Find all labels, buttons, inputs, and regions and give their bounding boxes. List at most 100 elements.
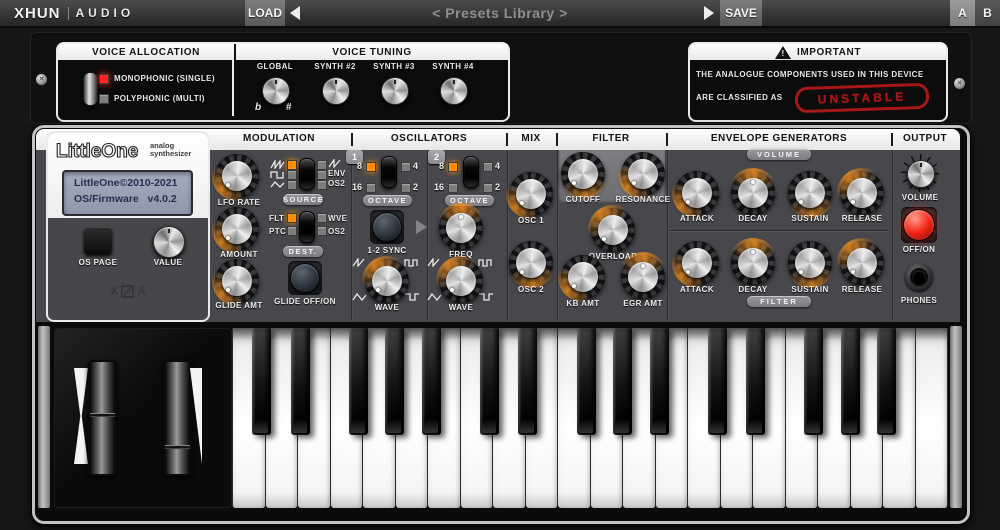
mix-osc2-knob[interactable] — [509, 241, 553, 285]
value-knob[interactable] — [153, 226, 185, 258]
env-flt-sustain-knob[interactable] — [788, 241, 832, 285]
section-divider — [507, 150, 508, 320]
black-key[interactable] — [877, 328, 896, 435]
env-vol-release-knob[interactable] — [840, 171, 884, 215]
screw-icon: ✕ — [36, 74, 47, 85]
phones-jack — [905, 263, 933, 291]
black-key[interactable] — [613, 328, 632, 435]
osc2-octave-pill: OCTAVE — [445, 195, 494, 206]
square-wave-icon — [404, 292, 420, 301]
lfo-rate-knob[interactable] — [215, 154, 259, 198]
env-flt-attack-knob[interactable] — [675, 241, 719, 285]
env-vol-release-label: RELEASE — [842, 214, 883, 223]
tuning-synth3-knob[interactable] — [381, 77, 409, 105]
mix-osc1-knob[interactable] — [509, 172, 553, 216]
tuning-synth2-label: SYNTH #2 — [305, 62, 365, 71]
black-key[interactable] — [480, 328, 499, 435]
load-button[interactable]: LOAD — [245, 0, 285, 26]
dest-wve-label: WVE — [328, 214, 347, 223]
preset-a-button[interactable]: A — [950, 0, 975, 26]
osc1-wave-knob[interactable] — [365, 259, 409, 303]
littleone-plugin-window: XHUN AUDIO LOAD < Presets Library > SAVE… — [0, 0, 1000, 530]
env-flt-release-label: RELEASE — [842, 285, 883, 294]
black-key[interactable] — [349, 328, 368, 435]
mod-wheel[interactable] — [163, 360, 192, 476]
tuning-synth4-knob[interactable] — [440, 77, 468, 105]
black-key[interactable] — [708, 328, 727, 435]
env-vol-decay-knob[interactable] — [731, 171, 775, 215]
black-key[interactable] — [804, 328, 823, 435]
lcd-line1: LittleOne©2010-2021 — [74, 177, 177, 189]
overload-knob[interactable] — [591, 208, 635, 252]
source-os2-label: OS2 — [328, 179, 345, 188]
os-page-button[interactable] — [84, 227, 112, 254]
resonance-knob[interactable] — [621, 152, 665, 196]
sync-label: 1-2 SYNC — [367, 246, 406, 255]
env-flt-release-knob[interactable] — [840, 241, 884, 285]
black-key[interactable] — [841, 328, 860, 435]
mod-amount-knob[interactable] — [215, 207, 259, 251]
output-volume-knob[interactable] — [907, 160, 935, 188]
littleone-logo: LittleOne — [56, 141, 138, 163]
env-vol-attack-knob[interactable] — [675, 171, 719, 215]
env-vol-sustain-knob[interactable] — [788, 171, 832, 215]
osc2-octave-8: 8 — [430, 161, 444, 171]
preset-next-button[interactable] — [704, 6, 714, 20]
env-flt-decay-knob[interactable] — [731, 241, 775, 285]
osc2-wave-knob[interactable] — [439, 259, 483, 303]
black-key[interactable] — [385, 328, 404, 435]
white-key[interactable] — [916, 328, 949, 508]
osc2-wave-label: WAVE — [449, 303, 474, 312]
black-key[interactable] — [577, 328, 596, 435]
osc1-wave-label: WAVE — [375, 303, 400, 312]
env-volume-pill: VOLUME — [747, 149, 811, 160]
preset-display[interactable]: < Presets Library > — [432, 0, 568, 26]
osc2-octave-16: 16 — [426, 182, 444, 192]
mod-amount-label: AMOUNT — [220, 250, 258, 259]
cutoff-knob[interactable] — [561, 152, 605, 196]
envelopes-title: ENVELOPE GENERATORS — [711, 133, 847, 144]
kb-amt-knob[interactable] — [561, 255, 605, 299]
osc1-octave-pill: OCTAVE — [363, 195, 412, 206]
important-title: IMPORTANT — [797, 47, 861, 58]
osc2-freq-knob[interactable] — [439, 206, 483, 250]
egr-amt-knob[interactable] — [621, 255, 665, 299]
tuning-global-label: GLOBAL — [245, 62, 305, 71]
black-key[interactable] — [746, 328, 765, 435]
preset-b-button[interactable]: B — [975, 0, 1000, 26]
pulse-wave-icon — [478, 258, 494, 267]
preset-prev-button[interactable] — [290, 6, 300, 20]
monophonic-label: MONOPHONIC (SINGLE) — [114, 74, 215, 83]
osc1-octave-16: 16 — [344, 182, 362, 192]
osc2-octave-switch[interactable] — [463, 156, 479, 188]
cutoff-label: CUTOFF — [566, 195, 601, 204]
sync-button[interactable] — [370, 210, 404, 244]
xhun-logo-mark: X A — [48, 284, 208, 298]
black-key[interactable] — [252, 328, 271, 435]
mod-source-switch[interactable] — [299, 158, 315, 190]
dest-flt-label: FLT — [269, 214, 284, 223]
black-key[interactable] — [518, 328, 537, 435]
triangle-wave-icon — [270, 180, 285, 189]
tuning-synth2-knob[interactable] — [322, 77, 350, 105]
osc2-octave-8-led — [448, 162, 458, 172]
tuning-global-knob[interactable] — [262, 77, 290, 105]
osc2-octave-4: 4 — [495, 161, 500, 171]
voice-mode-toggle[interactable] — [83, 72, 98, 106]
glide-onoff-button[interactable] — [288, 261, 322, 295]
phones-label: PHONES — [901, 296, 937, 305]
brand-logo: XHUN AUDIO — [14, 0, 134, 26]
env-filter-pill: FILTER — [747, 296, 811, 307]
output-onoff-button[interactable] — [901, 207, 937, 243]
pitch-wheel[interactable] — [88, 360, 117, 476]
black-key[interactable] — [291, 328, 310, 435]
black-key[interactable] — [422, 328, 441, 435]
save-button[interactable]: SAVE — [720, 0, 762, 26]
dest-os2-label: OS2 — [328, 227, 345, 236]
glide-amt-knob[interactable] — [215, 259, 259, 303]
osc1-octave-switch[interactable] — [381, 156, 397, 188]
black-key[interactable] — [650, 328, 669, 435]
keyboard — [232, 328, 948, 508]
mod-dest-switch[interactable] — [299, 211, 315, 243]
important-header: ! IMPORTANT — [690, 44, 946, 60]
